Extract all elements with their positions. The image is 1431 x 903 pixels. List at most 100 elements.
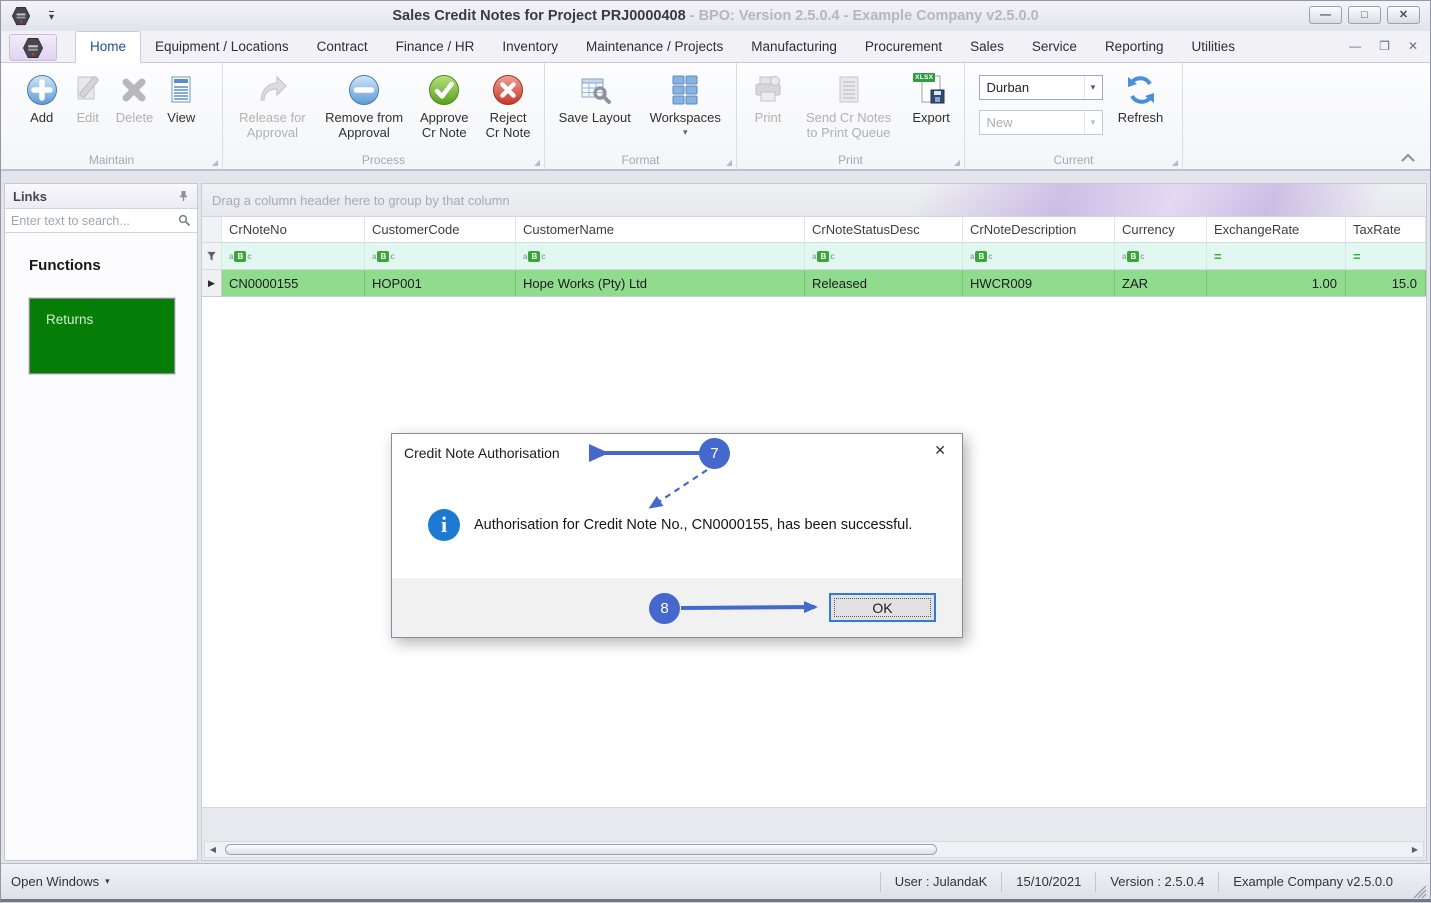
remove-from-approval-button[interactable]: Remove from Approval xyxy=(318,67,411,143)
approve-cr-note-button[interactable]: Approve Cr Note xyxy=(412,67,476,143)
send-cr-notes-button[interactable]: Send Cr Notes to Print Queue xyxy=(795,67,902,143)
ribbon: Add Edit Delete View Maintain ◢ Release … xyxy=(1,63,1430,171)
scroll-right-icon[interactable]: ▶ xyxy=(1407,845,1423,854)
tab-procurement[interactable]: Procurement xyxy=(851,32,956,62)
tab-equipment-locations[interactable]: Equipment / Locations xyxy=(141,32,303,62)
status-date: 15/10/2021 xyxy=(1001,871,1095,892)
filter-cell-customername[interactable]: aBc xyxy=(516,243,805,269)
application-window: ▾ Sales Credit Notes for Project PRJ0000… xyxy=(0,0,1431,902)
scrollbar-thumb[interactable] xyxy=(225,844,937,855)
delete-icon xyxy=(116,72,152,108)
application-menu-button[interactable] xyxy=(9,34,57,61)
filter-cell-exchangerate[interactable]: = xyxy=(1207,243,1346,269)
ribbon-tab-bar: Home Equipment / Locations Contract Fina… xyxy=(1,31,1430,63)
export-button[interactable]: XLSX Export xyxy=(904,67,958,128)
cell-exchangerate[interactable]: 1.00 xyxy=(1207,270,1346,296)
tab-contract[interactable]: Contract xyxy=(303,32,382,62)
mdi-close-icon[interactable]: ✕ xyxy=(1408,39,1418,53)
ribbon-collapse-icon[interactable] xyxy=(1400,153,1416,163)
grid-data-row[interactable]: ▶ CN0000155 HOP001 Hope Works (Pty) Ltd … xyxy=(202,270,1426,297)
equals-filter-icon: = xyxy=(1214,248,1222,264)
row-indicator: ▶ xyxy=(202,270,222,296)
delete-button[interactable]: Delete xyxy=(112,67,158,128)
column-header-currency[interactable]: Currency xyxy=(1115,217,1207,242)
view-button[interactable]: View xyxy=(159,67,203,128)
save-layout-button[interactable]: Save Layout xyxy=(551,67,639,128)
refresh-button[interactable]: Refresh xyxy=(1111,67,1171,128)
links-panel: Links Functions Returns xyxy=(4,183,198,861)
tab-manufacturing[interactable]: Manufacturing xyxy=(737,32,851,62)
tab-utilities[interactable]: Utilities xyxy=(1177,32,1249,62)
group-expand-icon[interactable]: ◢ xyxy=(212,158,218,167)
grid-filter-row: aBc aBc aBc aBc aBc aBc = = xyxy=(202,243,1426,270)
cell-currency[interactable]: ZAR xyxy=(1115,270,1207,296)
dialog-close-icon[interactable]: ✕ xyxy=(934,442,946,459)
reject-cr-note-button[interactable]: Reject Cr Note xyxy=(478,67,538,143)
mdi-minimize-icon[interactable]: — xyxy=(1349,39,1361,53)
tab-reporting[interactable]: Reporting xyxy=(1091,32,1178,62)
tab-sales[interactable]: Sales xyxy=(956,32,1018,62)
tab-maintenance-projects[interactable]: Maintenance / Projects xyxy=(572,32,737,62)
minimize-button[interactable]: — xyxy=(1309,6,1342,24)
cell-crnoteno[interactable]: CN0000155 xyxy=(222,270,365,296)
filter-cell-crnoteno[interactable]: aBc xyxy=(222,243,365,269)
column-header-customername[interactable]: CustomerName xyxy=(516,217,805,242)
cell-customercode[interactable]: HOP001 xyxy=(365,270,516,296)
sidebar-search xyxy=(5,209,197,233)
column-header-crnotedescription[interactable]: CrNoteDescription xyxy=(963,217,1115,242)
filter-cell-crnotedescription[interactable]: aBc xyxy=(963,243,1115,269)
edit-button[interactable]: Edit xyxy=(66,67,110,128)
column-header-crnoteno[interactable]: CrNoteNo xyxy=(222,217,365,242)
site-dropdown[interactable]: Durban ▾ xyxy=(978,75,1103,100)
tab-service[interactable]: Service xyxy=(1018,32,1091,62)
resize-grip[interactable] xyxy=(1413,885,1427,899)
print-button[interactable]: Print xyxy=(743,67,793,128)
function-tile-returns[interactable]: Returns xyxy=(28,297,176,375)
filter-cell-customercode[interactable]: aBc xyxy=(365,243,516,269)
status-version: Version : 2.5.0.4 xyxy=(1095,871,1218,892)
cell-crnotedescription[interactable]: HWCR009 xyxy=(963,270,1115,296)
quick-access-caret-icon[interactable]: ▾ xyxy=(49,10,55,22)
tab-finance-hr[interactable]: Finance / HR xyxy=(382,32,489,62)
cell-crnotestatusdesc[interactable]: Released xyxy=(805,270,963,296)
title-bar: ▾ Sales Credit Notes for Project PRJ0000… xyxy=(1,1,1430,31)
group-expand-icon[interactable]: ◢ xyxy=(1172,158,1178,167)
search-icon[interactable] xyxy=(178,214,191,227)
status-company: Example Company v2.5.0.0 xyxy=(1218,871,1407,892)
workspaces-button[interactable]: Workspaces ▾ xyxy=(641,67,731,140)
group-by-panel[interactable]: Drag a column header here to group by th… xyxy=(202,184,1426,217)
cell-taxrate[interactable]: 15.0 xyxy=(1346,270,1426,296)
status-bar: Open Windows ▾ User : JulandaK 15/10/202… xyxy=(1,863,1430,899)
approve-check-icon xyxy=(426,72,462,108)
filter-cell-currency[interactable]: aBc xyxy=(1115,243,1207,269)
tab-home[interactable]: Home xyxy=(75,31,142,63)
ribbon-group-print: Print Send Cr Notes to Print Queue XLSX … xyxy=(737,63,965,169)
column-header-crnotestatusdesc[interactable]: CrNoteStatusDesc xyxy=(805,217,963,242)
maximize-button[interactable]: □ xyxy=(1348,6,1381,24)
mdi-restore-icon[interactable]: ❐ xyxy=(1379,39,1390,53)
site-dropdown-caret-icon[interactable]: ▾ xyxy=(1083,76,1102,99)
filter-row-icon[interactable] xyxy=(202,243,222,269)
scroll-left-icon[interactable]: ◀ xyxy=(205,845,221,854)
column-header-customercode[interactable]: CustomerCode xyxy=(365,217,516,242)
horizontal-scrollbar[interactable]: ◀ ▶ xyxy=(204,841,1424,858)
tab-inventory[interactable]: Inventory xyxy=(488,32,572,62)
filter-cell-taxrate[interactable]: = xyxy=(1346,243,1426,269)
cell-customername[interactable]: Hope Works (Pty) Ltd xyxy=(516,270,805,296)
close-button[interactable]: ✕ xyxy=(1387,6,1420,24)
ribbon-group-process: Release for Approval Remove from Approva… xyxy=(223,63,545,169)
release-for-approval-button[interactable]: Release for Approval xyxy=(229,67,316,143)
pin-icon[interactable] xyxy=(178,190,189,202)
ok-button[interactable]: OK xyxy=(829,593,936,622)
open-windows-button[interactable]: Open Windows ▾ xyxy=(1,874,110,889)
window-title: Sales Credit Notes for Project PRJ000040… xyxy=(392,8,1039,24)
add-button[interactable]: Add xyxy=(20,67,64,128)
column-header-exchangerate[interactable]: ExchangeRate xyxy=(1207,217,1346,242)
group-expand-icon[interactable]: ◢ xyxy=(954,158,960,167)
group-expand-icon[interactable]: ◢ xyxy=(726,158,732,167)
column-header-taxrate[interactable]: TaxRate xyxy=(1346,217,1426,242)
status-dropdown[interactable]: New ▾ xyxy=(978,110,1103,135)
search-input[interactable] xyxy=(11,213,178,228)
group-expand-icon[interactable]: ◢ xyxy=(534,158,540,167)
filter-cell-crnotestatusdesc[interactable]: aBc xyxy=(805,243,963,269)
